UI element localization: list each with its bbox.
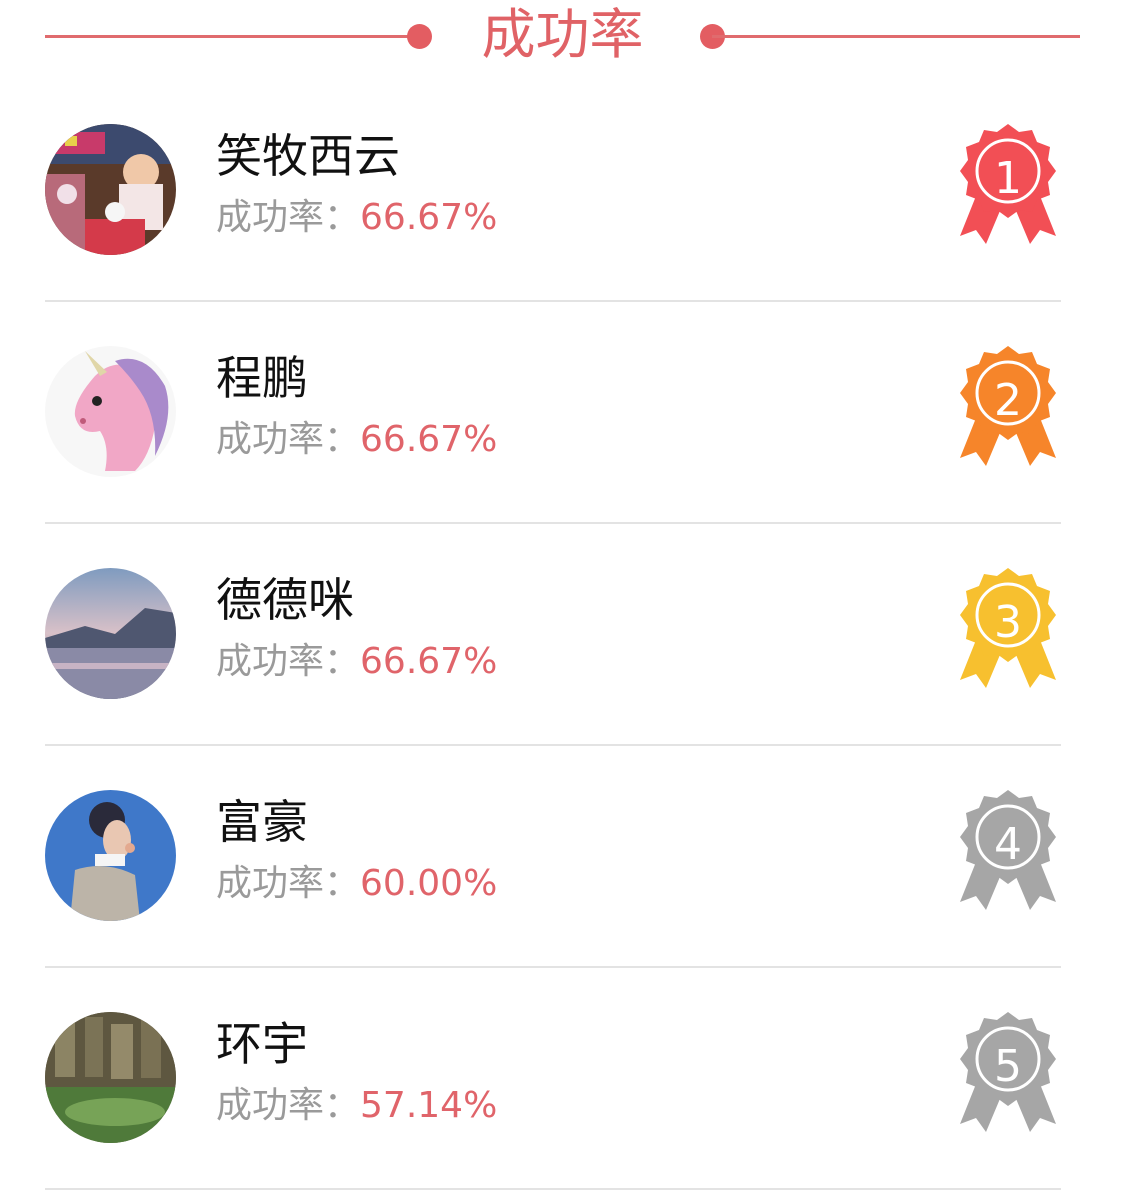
success-rate-value: 57.14% bbox=[360, 1085, 498, 1126]
ranking-row[interactable]: 笑牧西云 成功率：66.67% 1 bbox=[0, 0, 1125, 302]
rank-number: 5 bbox=[994, 1041, 1022, 1092]
row-divider bbox=[45, 1188, 1061, 1190]
avatar[interactable] bbox=[45, 1012, 176, 1143]
user-name: 富豪 bbox=[216, 795, 308, 849]
ranking-row[interactable]: 富豪 成功率：60.00% 4 bbox=[0, 666, 1125, 968]
user-name: 笑牧西云 bbox=[216, 129, 400, 183]
ranking-row[interactable]: 德德咪 成功率：66.67% 3 bbox=[0, 444, 1125, 746]
success-rate-label: 成功率： bbox=[216, 1085, 361, 1126]
user-name: 环宇 bbox=[216, 1017, 308, 1071]
ranking-row[interactable]: 环宇 成功率：57.14% 5 bbox=[0, 888, 1125, 1190]
rank-number: 1 bbox=[994, 153, 1022, 204]
success-rate: 成功率：57.14% bbox=[216, 1084, 497, 1128]
ranking-row[interactable]: 程鹏 成功率：66.67% 2 bbox=[0, 222, 1125, 524]
rank-number: 4 bbox=[994, 819, 1022, 870]
rank-medal-icon: 5 bbox=[952, 1012, 1064, 1134]
user-name: 德德咪 bbox=[216, 573, 354, 627]
user-name: 程鹏 bbox=[216, 351, 308, 405]
rank-number: 3 bbox=[994, 597, 1022, 648]
rank-number: 2 bbox=[994, 375, 1022, 426]
